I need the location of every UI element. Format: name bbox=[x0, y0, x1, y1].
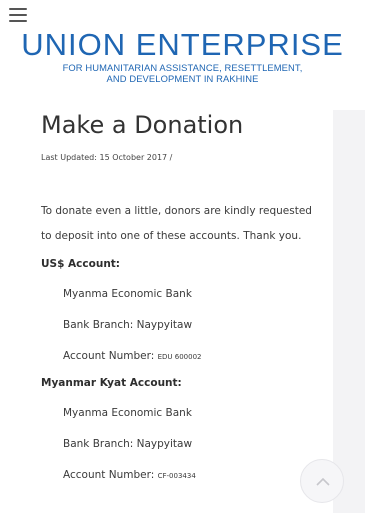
intro-text-line-2: to deposit into one of these accounts. T… bbox=[41, 230, 302, 242]
usd-account-number: Account Number: EDU 600002 bbox=[63, 349, 202, 364]
hamburger-menu-icon[interactable] bbox=[9, 8, 27, 24]
page-title: Make a Donation bbox=[41, 111, 244, 139]
kyat-bank-name: Myanma Economic Bank bbox=[63, 407, 192, 419]
usd-bank-branch: Bank Branch: Naypyitaw bbox=[63, 319, 193, 331]
last-updated-date: Last Updated: 15 October 2017 / bbox=[41, 153, 173, 162]
kyat-account-heading: Myanmar Kyat Account: bbox=[41, 377, 182, 389]
usd-bank-name: Myanma Economic Bank bbox=[63, 288, 192, 300]
logo-title: UNION ENTERPRISE bbox=[21, 27, 344, 62]
usd-account-number-value: EDU 600002 bbox=[157, 353, 202, 361]
kyat-account-number: Account Number: CF-003434 bbox=[63, 468, 196, 483]
intro-text-line-1: To donate even a little, donors are kind… bbox=[41, 205, 312, 217]
kyat-account-number-label: Account Number: bbox=[63, 469, 158, 481]
chevron-up-icon bbox=[316, 477, 330, 486]
menu-bar bbox=[9, 14, 27, 16]
site-logo[interactable]: UNION ENTERPRISE FOR HUMANITARIAN ASSIST… bbox=[0, 27, 365, 85]
menu-bar bbox=[9, 8, 27, 10]
usd-account-number-label: Account Number: bbox=[63, 350, 158, 362]
menu-bar bbox=[9, 20, 27, 22]
logo-subtitle-line-1: FOR HUMANITARIAN ASSISTANCE, RESETTLEMEN… bbox=[62, 62, 303, 73]
kyat-bank-branch: Bank Branch: Naypyitaw bbox=[63, 438, 193, 450]
right-sidebar-background bbox=[333, 110, 365, 513]
scroll-to-top-button[interactable] bbox=[300, 459, 344, 503]
usd-account-heading: US$ Account: bbox=[41, 258, 121, 270]
kyat-account-number-value: CF-003434 bbox=[157, 472, 196, 480]
logo-subtitle-line-2: AND DEVELOPMENT IN RAKHINE bbox=[106, 73, 259, 84]
